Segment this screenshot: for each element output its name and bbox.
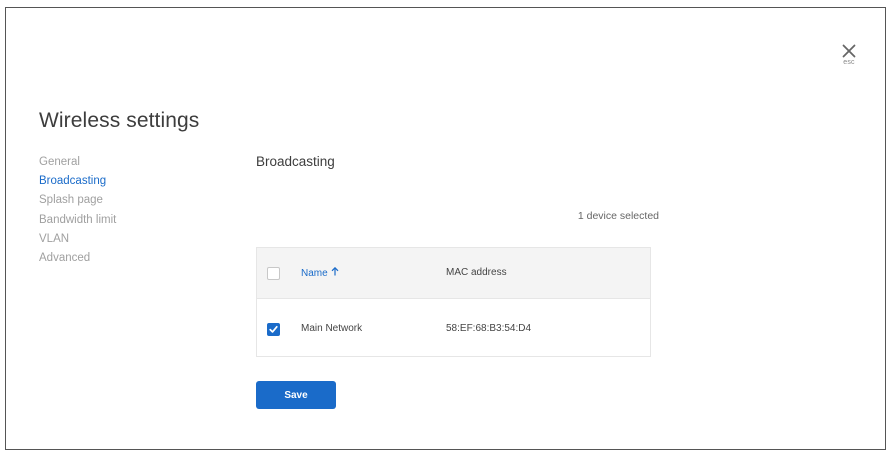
nav-item-vlan[interactable]: VLAN <box>39 230 116 249</box>
nav-item-splash-page[interactable]: Splash page <box>39 191 116 210</box>
network-name: Main Network <box>301 323 363 334</box>
selection-status: 1 device selected <box>577 210 659 222</box>
mac-address: 58:EF:68:B3:54:D4 <box>446 323 532 334</box>
table-row[interactable]: Main Network 58:EF:68:B3:54:D4 <box>257 299 650 357</box>
nav-item-general[interactable]: General <box>39 153 116 172</box>
close-shortcut-label: esc <box>843 59 855 66</box>
nav-item-broadcasting[interactable]: Broadcasting <box>39 172 116 191</box>
checkmark-icon <box>269 325 278 333</box>
nav-item-bandwidth-limit[interactable]: Bandwidth limit <box>39 211 116 230</box>
close-button[interactable]: esc <box>838 44 860 74</box>
arrow-up-icon <box>331 266 339 276</box>
close-icon <box>842 44 856 58</box>
column-header-name-label: Name <box>301 268 328 279</box>
section-title: Broadcasting <box>256 154 335 169</box>
row-checkbox[interactable] <box>267 323 280 336</box>
table-header: Name MAC address <box>257 248 650 299</box>
nav-item-advanced[interactable]: Advanced <box>39 249 116 268</box>
settings-nav: General Broadcasting Splash page Bandwid… <box>39 153 116 268</box>
column-header-name[interactable]: Name <box>301 266 339 279</box>
wireless-settings-dialog: esc Wireless settings General Broadcasti… <box>5 7 886 450</box>
save-button[interactable]: Save <box>256 381 336 409</box>
network-table: Name MAC address Main Network 58:EF:68:B… <box>256 247 651 357</box>
select-all-checkbox[interactable] <box>267 267 280 280</box>
dialog-title: Wireless settings <box>39 109 200 132</box>
column-header-mac: MAC address <box>446 267 507 278</box>
